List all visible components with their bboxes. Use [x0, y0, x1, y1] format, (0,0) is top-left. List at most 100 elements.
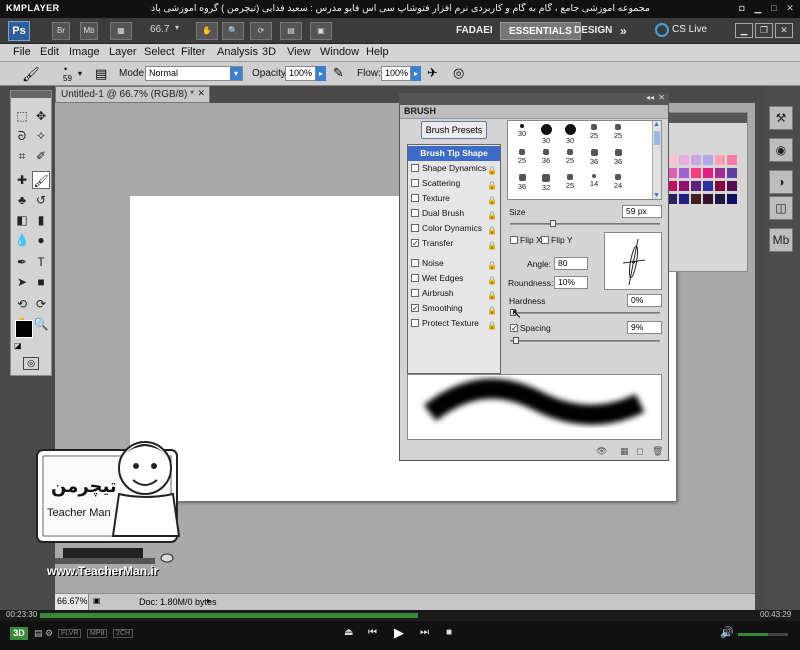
spacing-input[interactable]: 9% [627, 321, 662, 334]
brush-option-transfer[interactable]: ✓ Transfer 🔒 [408, 236, 500, 251]
airbrush-icon[interactable]: ✈ [427, 65, 438, 81]
brush-tab[interactable]: BRUSH ≡ [400, 105, 668, 119]
brush-panel-header[interactable]: ◂◂ ✕ [400, 93, 668, 105]
screen-mode-button[interactable]: ▣ [310, 22, 332, 40]
brush-option-checkbox[interactable] [411, 194, 419, 202]
size-slider-track[interactable] [510, 223, 660, 225]
swatch[interactable] [679, 155, 689, 165]
menu-help[interactable]: Help [366, 46, 389, 58]
blur-tool-icon[interactable]: 💧 [13, 231, 31, 249]
brush-tool-preset-icon[interactable]: 🖌 [22, 66, 40, 83]
brush-size-readout[interactable]: 59 [63, 74, 72, 83]
brush-option-wet-edges[interactable]: Wet Edges 🔒 [408, 271, 500, 286]
swatch[interactable] [727, 181, 737, 191]
tools-panel-header[interactable] [11, 91, 51, 98]
quick-mask-icon[interactable]: ◎ [23, 357, 39, 370]
toggle-live-tip-icon[interactable]: 👁 [596, 446, 607, 457]
status-menu-icon[interactable]: ▸ [207, 596, 211, 605]
swatch[interactable] [703, 155, 713, 165]
brush-tip-cell[interactable]: 36 [606, 147, 630, 171]
brush-tip-cell[interactable]: 32 [534, 172, 558, 196]
mini-bridge-panel-icon[interactable]: Mb [769, 228, 793, 252]
default-colors-icon[interactable]: ◪ [14, 341, 22, 350]
brush-tip-cell[interactable]: 14 [582, 172, 606, 196]
brush-option-texture[interactable]: Texture 🔒 [408, 191, 500, 206]
brush-tip-cell[interactable]: 24 [606, 172, 630, 196]
brush-tip-cell[interactable]: 25 [558, 147, 582, 171]
brush-tip-cell[interactable]: 25 [582, 122, 606, 146]
settings-icon[interactable]: ⚙ [45, 628, 53, 639]
brush-tip-cell[interactable]: 25 [510, 147, 534, 171]
swatch[interactable] [691, 194, 701, 204]
rotate-view-button[interactable]: ⟳ [250, 22, 272, 40]
mode-select[interactable]: Normal ▾ [145, 66, 243, 81]
brush-option-checkbox[interactable] [411, 164, 419, 172]
brush-tip-cell[interactable]: 36 [510, 172, 534, 196]
eraser-tool-icon[interactable]: ◧ [13, 211, 31, 229]
flow-slider-icon[interactable]: ▸ [411, 66, 421, 81]
angle-roundness-icon[interactable] [605, 233, 663, 291]
document-tab-close-icon[interactable]: ✕ [197, 88, 205, 99]
brush-panel-toggle-icon[interactable]: ▤ [95, 66, 107, 82]
lasso-tool-icon[interactable]: ᘐ [13, 127, 31, 145]
dodge-tool-icon[interactable]: ● [32, 231, 50, 249]
hardness-input[interactable]: 0% [627, 294, 662, 307]
status-info-icon[interactable]: ▣ [93, 596, 105, 605]
cs-live-icon[interactable] [655, 23, 669, 37]
brush-tip-cell[interactable]: 30 [510, 122, 534, 146]
brush-option-checkbox[interactable] [411, 209, 419, 217]
menu-view[interactable]: View [287, 46, 311, 58]
brush-tip-cell[interactable]: 25 [558, 172, 582, 196]
delete-brush-icon[interactable]: 🗑 [652, 446, 663, 457]
brush-option-checkbox[interactable] [411, 224, 419, 232]
color-panel-icon[interactable]: ◉ [769, 138, 793, 162]
tablet-pressure-opacity-icon[interactable]: ✎ [333, 65, 344, 81]
gradient-tool-icon[interactable]: ▮ [32, 211, 50, 229]
swatch[interactable] [703, 181, 713, 191]
swatch[interactable] [727, 194, 737, 204]
brush-tip-cell[interactable]: 30 [534, 122, 558, 146]
swatches-panel-header[interactable] [663, 113, 747, 123]
menu-icon[interactable]: ▤ [34, 628, 43, 639]
adjustments-panel-icon[interactable]: ◑ [769, 170, 793, 194]
brush-option-dual-brush[interactable]: Dual Brush 🔒 [408, 206, 500, 221]
swatch[interactable] [715, 181, 725, 191]
close-icon[interactable]: ✕ [784, 3, 796, 14]
swatch[interactable] [727, 168, 737, 178]
zoom-level[interactable]: 66.7 [150, 24, 169, 35]
type-tool-icon[interactable]: T [32, 253, 50, 271]
seek-bar-progress[interactable] [40, 613, 418, 618]
brush-option-noise[interactable]: Noise 🔒 [408, 256, 500, 271]
menu-image[interactable]: Image [69, 46, 100, 58]
flow-input[interactable]: 100% [381, 66, 411, 81]
eject-icon[interactable]: ⏏ [344, 627, 353, 638]
ps-minimize-icon[interactable]: ▁ [735, 23, 753, 38]
brush-option-scattering[interactable]: Scattering 🔒 [408, 176, 500, 191]
swatch[interactable] [715, 155, 725, 165]
swatch[interactable] [679, 181, 689, 191]
brush-presets-button[interactable]: Brush Presets [421, 121, 487, 139]
size-input[interactable]: 59 px [622, 205, 662, 218]
arrange-documents-button[interactable]: ▤ [280, 22, 302, 40]
play-icon[interactable]: ▶ [394, 625, 404, 641]
3d-rotate-tool-icon[interactable]: ⟲ [13, 295, 31, 313]
ps-restore-icon[interactable]: ❐ [755, 23, 773, 38]
swatch[interactable] [727, 155, 737, 165]
swatch[interactable] [679, 168, 689, 178]
mini-bridge-button[interactable]: Mb [80, 22, 98, 40]
eyedropper-tool-icon[interactable]: ✐ [32, 147, 50, 165]
brush-option-checkbox[interactable] [411, 289, 419, 297]
collapse-icon[interactable]: ◂◂ [646, 93, 654, 102]
hand-tool-button[interactable]: ✋ [196, 22, 218, 40]
ps-close-icon[interactable]: ✕ [775, 23, 793, 38]
brush-tip-cell[interactable]: 36 [534, 147, 558, 171]
panel-menu-icon[interactable]: ≡ [404, 106, 664, 115]
brush-tip-cell[interactable]: 36 [582, 147, 606, 171]
menu-window[interactable]: Window [320, 46, 359, 58]
roundness-input[interactable]: 10% [554, 276, 588, 289]
brush-option-protect-texture[interactable]: Protect Texture 🔒 [408, 316, 500, 331]
scroll-up-icon[interactable]: ▲ [653, 121, 660, 128]
tablet-pressure-size-icon[interactable]: ◎ [453, 65, 464, 81]
previous-icon[interactable]: ⏮ [368, 627, 377, 638]
hardness-slider-track[interactable] [510, 312, 660, 314]
